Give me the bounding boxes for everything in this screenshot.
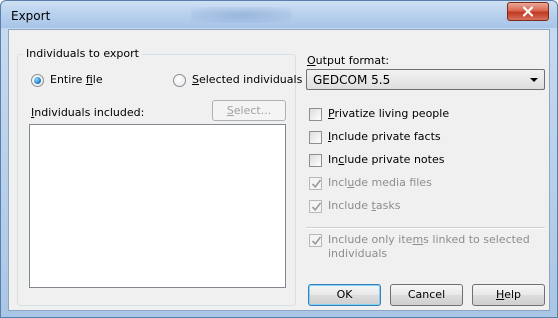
export-dialog: Export Individuals to export Entire file…: [0, 0, 558, 318]
checkmark-icon: [311, 179, 322, 189]
select-button[interactable]: Select...: [212, 100, 286, 121]
title-bar[interactable]: Export: [1, 1, 557, 28]
include-tasks-checkbox[interactable]: [309, 200, 322, 213]
individuals-group-label: Individuals to export: [23, 47, 142, 60]
individuals-included-label: Individuals included:: [31, 106, 145, 119]
include-private-notes-checkbox[interactable]: [309, 154, 322, 167]
close-icon: [522, 6, 534, 17]
ok-button[interactable]: OK: [308, 284, 381, 306]
include-private-facts-checkbox[interactable]: [309, 131, 322, 144]
privatize-living-label[interactable]: Privatize living people: [328, 107, 449, 120]
selected-individuals-label[interactable]: Selected individuals: [192, 73, 302, 86]
cancel-button[interactable]: Cancel: [390, 284, 463, 306]
include-tasks-label: Include tasks: [328, 199, 401, 212]
close-button[interactable]: [507, 2, 549, 21]
include-linked-only-checkbox[interactable]: [309, 234, 322, 247]
output-format-value: GEDCOM 5.5: [313, 73, 391, 87]
window-title: Export: [11, 9, 51, 23]
include-media-files-label: Include media files: [328, 176, 432, 189]
selected-individuals-radio[interactable]: [173, 74, 186, 87]
entire-file-radio[interactable]: [31, 74, 44, 87]
include-linked-only-label-line1: Include only items linked to selected: [328, 233, 530, 246]
help-button[interactable]: Help: [472, 284, 545, 306]
checkmark-icon: [311, 202, 322, 212]
output-format-label: Output format:: [307, 54, 390, 67]
title-bar-glow: [191, 7, 291, 23]
entire-file-label[interactable]: Entire file: [50, 73, 103, 86]
privatize-living-checkbox[interactable]: [309, 108, 322, 121]
dialog-body: Individuals to export Entire file Select…: [8, 29, 550, 311]
output-format-select[interactable]: GEDCOM 5.5: [306, 69, 545, 90]
options-separator: [306, 227, 545, 229]
include-private-facts-label[interactable]: Include private facts: [328, 130, 441, 143]
checkmark-icon: [311, 236, 322, 246]
include-private-notes-label[interactable]: Include private notes: [328, 153, 444, 166]
individuals-included-list[interactable]: [29, 124, 286, 288]
chevron-down-icon: [530, 78, 538, 82]
include-linked-only-label-line2: individuals: [328, 247, 388, 260]
include-media-files-checkbox[interactable]: [309, 177, 322, 190]
